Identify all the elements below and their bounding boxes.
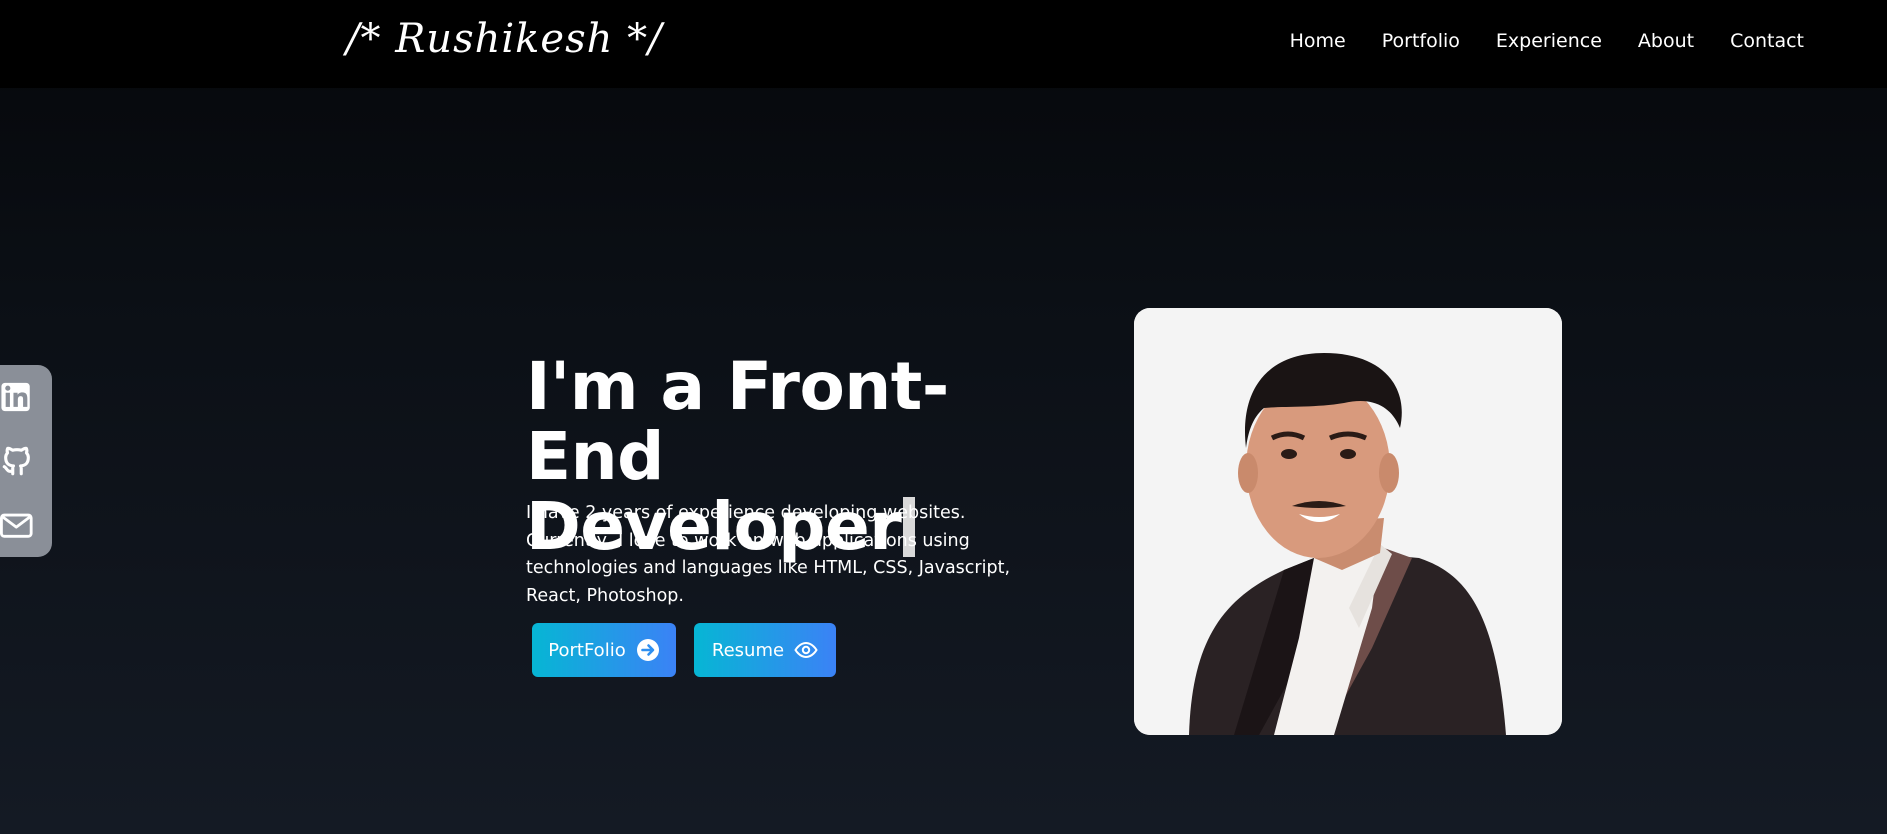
- site-logo[interactable]: /* Rushikesh */: [346, 16, 663, 62]
- nav-link-portfolio[interactable]: Portfolio: [1382, 30, 1460, 52]
- github-icon: [2, 446, 30, 476]
- nav-link-experience[interactable]: Experience: [1496, 30, 1602, 52]
- arrow-right-circle-icon: [636, 639, 659, 661]
- portfolio-button-label: PortFolio: [548, 639, 626, 661]
- portfolio-button[interactable]: PortFolio: [532, 623, 676, 677]
- resume-button[interactable]: Resume: [694, 623, 836, 677]
- nav-links: Home Portfolio Experience About Contact: [1290, 30, 1804, 52]
- nav-link-about[interactable]: About: [1638, 30, 1694, 52]
- hero-description: I have 2 years of experience developing …: [526, 503, 1011, 606]
- nav-link-home[interactable]: Home: [1290, 30, 1346, 52]
- navbar: /* Rushikesh */ Home Portfolio Experienc…: [0, 0, 1887, 88]
- social-sidebar: [0, 365, 52, 557]
- profile-photo: [1134, 308, 1562, 735]
- github-link[interactable]: [0, 429, 52, 493]
- eye-icon: [794, 641, 818, 659]
- linkedin-icon: [1, 382, 30, 412]
- nav-link-contact[interactable]: Contact: [1730, 30, 1804, 52]
- mail-icon: [0, 513, 33, 538]
- hero-title-line1: I'm a Front-End: [526, 348, 949, 495]
- resume-button-label: Resume: [711, 639, 785, 661]
- profile-photo-illustration: [1134, 308, 1562, 735]
- linkedin-link[interactable]: [0, 365, 52, 429]
- email-link[interactable]: [0, 493, 52, 557]
